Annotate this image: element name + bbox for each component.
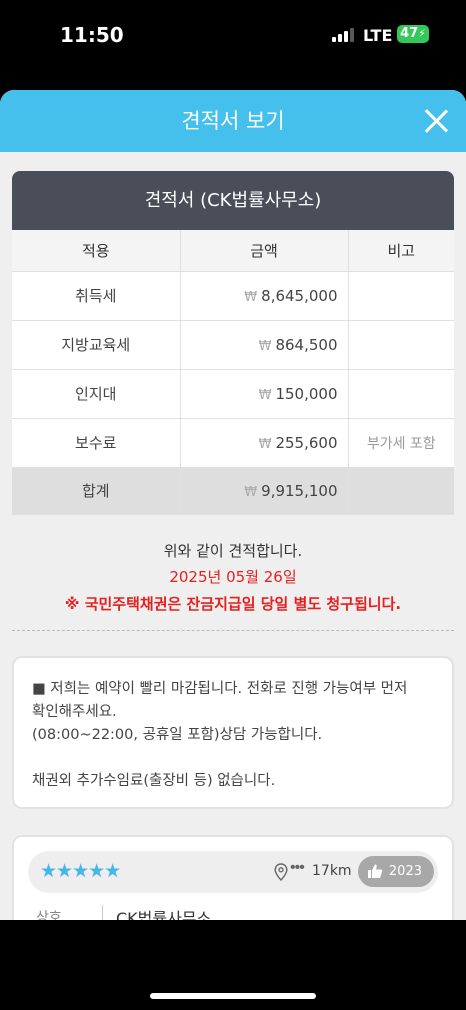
row-amount: ₩864,500 xyxy=(180,320,349,370)
amount-value: 150,000 xyxy=(275,384,338,403)
quote-sheet: 견적서 보기 견적서 (CK법률사무소) 적용 금액 비고 취득세 ₩8,645… xyxy=(0,90,466,920)
distance: 17km xyxy=(312,863,352,879)
office-summary-bar: ★★★★★ ••• 17km 2023 xyxy=(28,851,438,893)
row-amount: ₩150,000 xyxy=(180,369,349,419)
map-pin-icon xyxy=(274,863,288,881)
row-note xyxy=(348,369,454,419)
quote-title: 견적서 (CK법률사무소) xyxy=(12,171,454,230)
page-title: 견적서 보기 xyxy=(181,109,285,133)
status-bar: 11:50 LTE 47⚡ xyxy=(0,0,466,70)
thumbs-up-icon xyxy=(368,864,383,878)
row-amount: ₩8,645,000 xyxy=(180,271,349,321)
office-name: CK법률사무소 xyxy=(116,909,212,920)
quote-table: 적용 금액 비고 취득세 ₩8,645,000 지방교육세 ₩864,500 인… xyxy=(12,230,454,515)
column-header-note: 비고 xyxy=(348,230,454,272)
network-type: LTE xyxy=(363,26,393,45)
status-time: 11:50 xyxy=(60,23,124,47)
rating-stars: ★★★★★ xyxy=(40,861,121,882)
currency-symbol: ₩ xyxy=(244,484,258,500)
notice-line: ■ 저희는 예약이 빨리 마감됩니다. 전화로 진행 가능여부 먼저 xyxy=(32,681,408,697)
ellipsis-icon: ••• xyxy=(290,859,305,876)
divider xyxy=(12,630,454,631)
notice-line: 확인해주세요. xyxy=(32,704,117,720)
year-text: 2023 xyxy=(388,864,422,879)
year-badge: 2023 xyxy=(358,856,434,887)
quote-statement: 위와 같이 견적합니다. xyxy=(163,542,303,560)
column-header-item: 적용 xyxy=(12,230,181,272)
sheet-header: 견적서 보기 xyxy=(0,90,466,152)
signal-icon xyxy=(332,28,356,42)
table-row: 취득세 ₩8,645,000 xyxy=(12,271,454,321)
row-name: 인지대 xyxy=(12,369,181,419)
notice-box: ■ 저희는 예약이 빨리 마감됩니다. 전화로 진행 가능여부 먼저 확인해주세… xyxy=(12,656,454,809)
notice-line: 채권외 추가수임료(출장비 등) 없습니다. xyxy=(32,773,276,789)
divider xyxy=(102,905,103,920)
quote-date: 2025년 05월 26일 xyxy=(169,568,297,586)
total-amount: ₩9,915,100 xyxy=(180,467,349,515)
currency-symbol: ₩ xyxy=(258,436,272,452)
amount-value: 8,645,000 xyxy=(261,286,338,305)
currency-symbol: ₩ xyxy=(244,289,258,305)
row-name: 지방교육세 xyxy=(12,320,181,370)
office-name-label: 상호 xyxy=(36,910,62,920)
table-row: 지방교육세 ₩864,500 xyxy=(12,320,454,370)
row-note xyxy=(348,320,454,370)
notice-line: (08:00~22:00, 공휴일 포함)상담 가능합니다. xyxy=(32,727,323,743)
table-row: 보수료 ₩255,600 부가세 포함 xyxy=(12,418,454,468)
total-note xyxy=(348,467,454,515)
close-icon[interactable] xyxy=(422,107,450,135)
row-amount: ₩255,600 xyxy=(180,418,349,468)
table-row: 인지대 ₩150,000 xyxy=(12,369,454,419)
row-name: 보수료 xyxy=(12,418,181,468)
battery-level: 47 xyxy=(400,26,419,41)
bond-notice: ※ 국민주택채권은 잔금지급일 당일 별도 청구됩니다. xyxy=(64,595,402,613)
row-note xyxy=(348,271,454,321)
home-indicator[interactable] xyxy=(150,993,316,999)
row-name: 취득세 xyxy=(12,271,181,321)
battery-icon: 47⚡ xyxy=(397,25,429,43)
column-header-amount: 금액 xyxy=(180,230,349,272)
total-value: 9,915,100 xyxy=(261,481,338,500)
total-label: 합계 xyxy=(12,467,181,515)
amount-value: 255,600 xyxy=(275,433,338,452)
office-card[interactable]: ★★★★★ ••• 17km 2023 상호 CK법률사무소 xyxy=(12,835,454,920)
notice-line xyxy=(32,747,434,770)
amount-value: 864,500 xyxy=(275,335,338,354)
row-note: 부가세 포함 xyxy=(348,418,454,468)
table-header-row: 적용 금액 비고 xyxy=(12,230,454,272)
quote-table-card: 견적서 (CK법률사무소) 적용 금액 비고 취득세 ₩8,645,000 지방… xyxy=(12,171,454,515)
total-row: 합계 ₩9,915,100 xyxy=(12,467,454,515)
currency-symbol: ₩ xyxy=(258,338,272,354)
currency-symbol: ₩ xyxy=(258,387,272,403)
